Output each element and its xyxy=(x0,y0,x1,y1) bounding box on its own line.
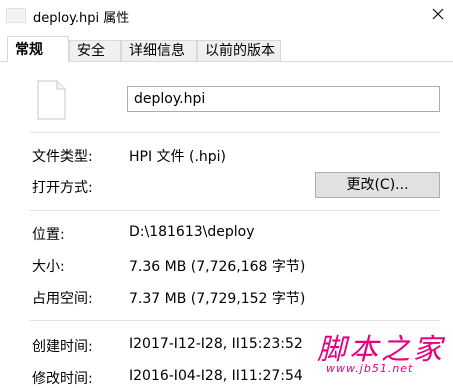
file-name-field[interactable] xyxy=(127,86,440,112)
opens-with-label: 打开方式: xyxy=(32,180,93,196)
location-label: 位置: xyxy=(32,227,65,243)
change-button[interactable]: 更改(C)... xyxy=(315,172,440,198)
divider xyxy=(29,132,440,133)
watermark-url: www.jb51.net xyxy=(326,362,414,375)
divider xyxy=(29,320,440,321)
location-value: D:\181613\deploy xyxy=(129,224,255,240)
title-bar: deploy.hpi 属性 xyxy=(0,0,453,30)
tab-previous-versions[interactable]: 以前的版本 xyxy=(197,40,281,61)
size-label: 大小: xyxy=(32,259,65,275)
size-on-disk-label: 占用空间: xyxy=(32,291,93,307)
created-label: 创建时间: xyxy=(32,339,93,355)
modified-value: I2016-I04-I28, II11:27:54 xyxy=(129,368,303,384)
tab-general[interactable]: 常规 xyxy=(7,36,69,62)
size-on-disk-value: 7.37 MB (7,729,152 字节) xyxy=(129,291,306,307)
modified-label: 修改时间: xyxy=(32,371,93,387)
created-value: I2017-I12-I28, II15:23:52 xyxy=(129,336,303,352)
close-icon xyxy=(432,8,444,20)
file-icon xyxy=(37,80,66,120)
size-value: 7.36 MB (7,726,168 字节) xyxy=(129,259,306,275)
file-type-label: 文件类型: xyxy=(32,149,93,165)
window-title: deploy.hpi 属性 xyxy=(33,11,130,26)
divider xyxy=(29,210,440,211)
tab-security[interactable]: 安全 xyxy=(69,40,121,61)
file-type-value: HPI 文件 (.hpi) xyxy=(129,149,227,165)
close-button[interactable] xyxy=(425,1,451,27)
file-type-icon xyxy=(6,8,26,23)
tab-details[interactable]: 详细信息 xyxy=(121,40,197,61)
